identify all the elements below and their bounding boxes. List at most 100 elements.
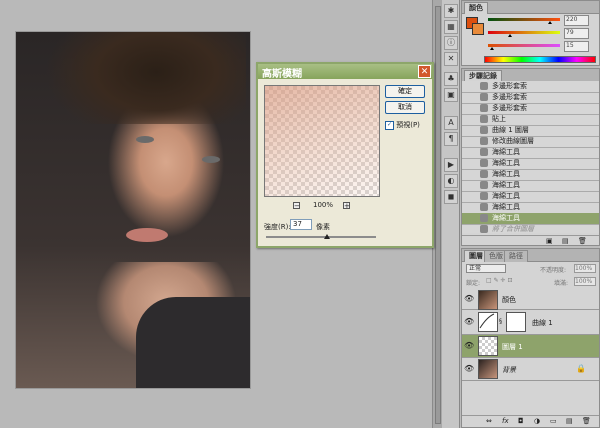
radius-slider-knob[interactable] xyxy=(323,234,330,239)
snapshot-camera-icon[interactable]: ▣ xyxy=(546,237,553,245)
lasso-icon xyxy=(480,82,488,90)
document-photo[interactable] xyxy=(16,32,250,388)
preview-checkbox[interactable]: ✓ 預視(P) xyxy=(385,120,420,130)
tab-color[interactable]: 顏色 xyxy=(464,2,488,14)
fx-icon[interactable]: fx xyxy=(502,417,509,425)
eye-icon[interactable]: 👁 xyxy=(464,364,474,374)
new-document-icon[interactable]: ▤ xyxy=(562,237,569,245)
blur-preview[interactable] xyxy=(264,85,380,197)
history-item-label: 海綿工具 xyxy=(492,170,520,178)
ok-button[interactable]: 確定 xyxy=(385,85,425,98)
history-footer: ▣ ▤ 🗑 xyxy=(462,235,599,245)
tab-paths[interactable]: 路徑 xyxy=(504,250,528,262)
layer-name: 顏色 xyxy=(502,296,516,304)
green-value[interactable]: 79 xyxy=(564,28,589,39)
zoom-out-button[interactable]: − xyxy=(293,202,300,210)
history-item-label: 海綿工具 xyxy=(492,203,520,211)
green-slider-knob[interactable] xyxy=(508,34,513,37)
cancel-button[interactable]: 取消 xyxy=(385,101,425,114)
preview-image xyxy=(265,86,379,196)
scrollbar-grip[interactable] xyxy=(435,6,441,424)
history-item-label: 多邊形套索 xyxy=(492,104,527,112)
layer-thumbnail xyxy=(478,336,498,356)
link-layers-icon[interactable]: ⇔ xyxy=(486,417,492,425)
paragraph-panel-icon[interactable]: ¶ xyxy=(444,132,458,146)
sponge-icon xyxy=(480,214,488,222)
radius-input[interactable]: 37 xyxy=(290,219,312,230)
blend-mode-select[interactable]: 正常 xyxy=(466,264,506,273)
trash-icon[interactable]: 🗑 xyxy=(578,237,587,245)
chain-link-icon[interactable]: § xyxy=(499,318,502,325)
dialog-title: 高斯模糊 xyxy=(262,69,302,80)
brush-panel-icon[interactable]: ♣ xyxy=(444,72,458,86)
zoom-in-button[interactable]: + xyxy=(343,202,350,210)
document-icon xyxy=(480,137,488,145)
blue-slider[interactable]: 15 xyxy=(484,41,600,52)
checkbox-check-icon[interactable]: ✓ xyxy=(385,120,394,130)
radius-label: 強度(R): xyxy=(264,223,291,231)
eye-icon[interactable]: 👁 xyxy=(464,317,474,327)
masks-panel-icon[interactable]: ◼ xyxy=(444,190,458,204)
sponge-icon xyxy=(480,181,488,189)
layer-name: 圖層 1 xyxy=(502,343,523,351)
lasso-icon xyxy=(480,104,488,112)
new-layer-icon[interactable]: ▤ xyxy=(566,417,573,425)
gaussian-blur-dialog: 高斯模糊 ✕ 確定 取消 ✓ 預視(P) − 100% + 強度(R): 37 … xyxy=(256,62,434,248)
green-slider-bar[interactable] xyxy=(488,31,560,34)
lock-icons[interactable]: □ ✎ ✛ ⊡ xyxy=(486,277,512,284)
adjustment-layer-icon[interactable]: ◑ xyxy=(534,417,540,425)
history-item-label: 曲線 1 圖層 xyxy=(492,126,529,134)
history-item-label: 多邊形套索 xyxy=(492,93,527,101)
blue-value[interactable]: 15 xyxy=(564,41,589,52)
layer-row-background[interactable]: 👁 背景 🔒 xyxy=(462,358,599,381)
layer-mask-thumbnail[interactable] xyxy=(506,312,526,332)
history-list: 多邊形套索 多邊形套索 多邊形套索 貼上 曲線 1 圖層 修改曲線圖層 海綿工具 海綿工具 海綿… xyxy=(462,81,599,236)
sponge-icon xyxy=(480,148,488,156)
curves-graph-icon xyxy=(479,313,495,329)
opacity-field[interactable]: 100% xyxy=(574,264,596,273)
clone-panel-icon[interactable]: ▣ xyxy=(444,88,458,102)
character-panel-icon[interactable]: A xyxy=(444,116,458,130)
trash-icon[interactable]: 🗑 xyxy=(582,417,591,425)
close-icon[interactable]: ✕ xyxy=(418,65,431,78)
layer-row-color[interactable]: 👁 顏色 xyxy=(462,289,599,310)
color-spectrum-ramp[interactable] xyxy=(484,56,596,63)
red-value[interactable]: 220 xyxy=(564,15,589,26)
blue-slider-bar[interactable] xyxy=(488,44,560,47)
fill-field[interactable]: 100% xyxy=(574,277,596,286)
color-panel-icon[interactable]: ✱ xyxy=(444,4,458,18)
photo-eye-left xyxy=(136,136,154,143)
red-slider[interactable]: 220 xyxy=(484,15,600,26)
tools-panel-icon[interactable]: ✕ xyxy=(444,52,458,66)
layer-thumbnail xyxy=(478,290,498,310)
actions-panel-icon[interactable]: ▶ xyxy=(444,158,458,172)
layer-row-layer1[interactable]: 👁 圖層 1 xyxy=(462,335,599,358)
history-item-label: 海綿工具 xyxy=(492,192,520,200)
history-item-label: 將了合併圖層 xyxy=(492,225,534,233)
photo-top xyxy=(136,297,250,388)
radius-unit: 像素 xyxy=(316,223,330,231)
dialog-titlebar[interactable]: 高斯模糊 ✕ xyxy=(258,64,432,80)
swatches-panel-icon[interactable]: ▦ xyxy=(444,20,458,34)
radius-slider-track[interactable] xyxy=(266,236,376,238)
zoom-level: 100% xyxy=(313,201,334,209)
lock-icon: 🔒 xyxy=(576,364,586,373)
group-folder-icon[interactable]: ▭ xyxy=(550,417,557,425)
photo-eye-right xyxy=(202,156,220,163)
blue-slider-knob[interactable] xyxy=(490,47,495,50)
add-mask-icon[interactable]: ◘ xyxy=(518,417,524,425)
green-slider[interactable]: 79 xyxy=(484,28,600,39)
lock-label: 鎖定: xyxy=(466,280,481,287)
curves-adjustment-icon xyxy=(478,312,498,332)
layer-name: 背景 xyxy=(502,366,516,374)
layer-row-curves[interactable]: 👁 § 曲線 1 xyxy=(462,310,599,335)
sponge-icon xyxy=(480,225,488,233)
eye-icon[interactable]: 👁 xyxy=(464,294,474,304)
sponge-icon xyxy=(480,192,488,200)
background-swatch[interactable] xyxy=(472,23,484,35)
styles-panel-icon[interactable]: ◐ xyxy=(444,174,458,188)
eye-icon[interactable]: 👁 xyxy=(464,341,474,351)
info-panel-icon[interactable]: ⓘ xyxy=(444,36,458,50)
sponge-icon xyxy=(480,203,488,211)
red-slider-knob[interactable] xyxy=(547,21,552,24)
